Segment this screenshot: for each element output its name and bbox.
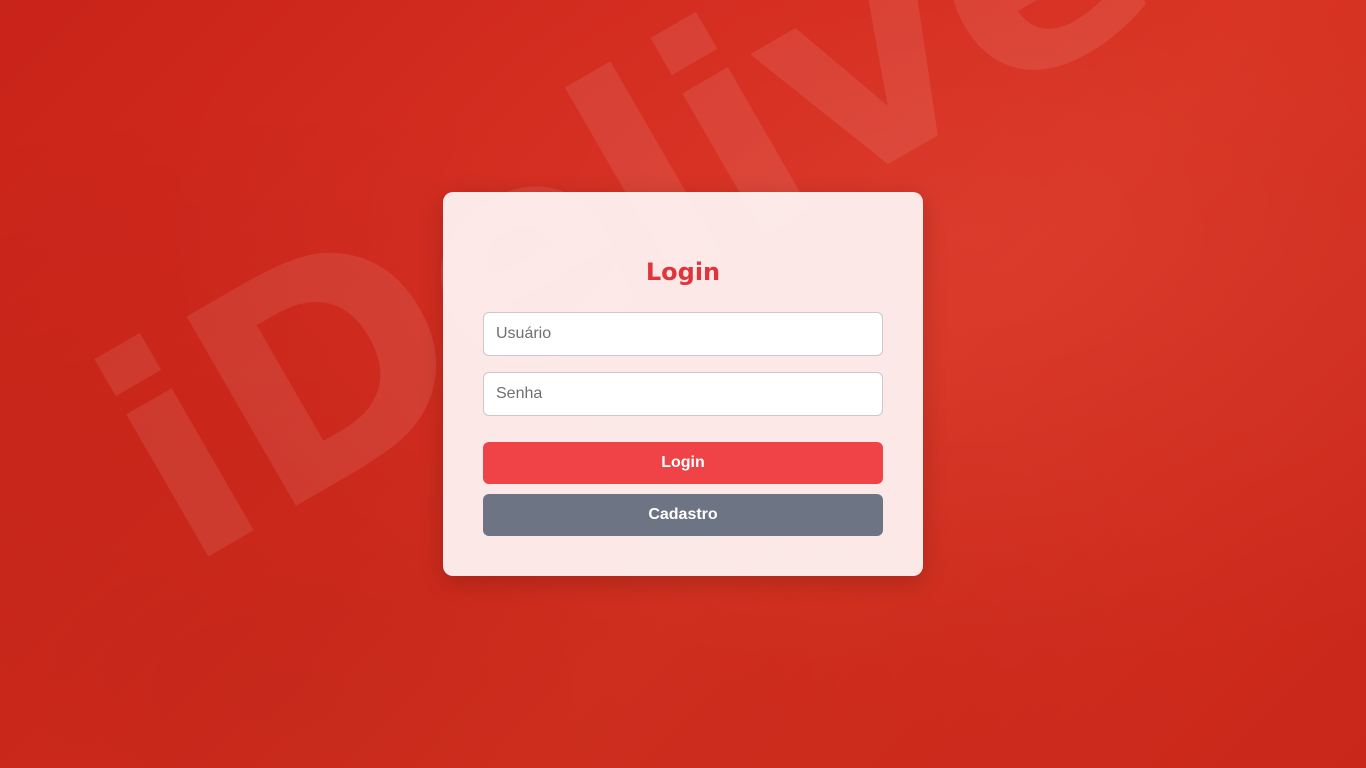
login-card: Login Login Cadastro (443, 192, 923, 576)
username-input[interactable] (483, 312, 883, 356)
signup-button[interactable]: Cadastro (483, 494, 883, 536)
login-title: Login (645, 258, 721, 286)
login-button[interactable]: Login (483, 442, 883, 484)
password-input[interactable] (483, 372, 883, 416)
